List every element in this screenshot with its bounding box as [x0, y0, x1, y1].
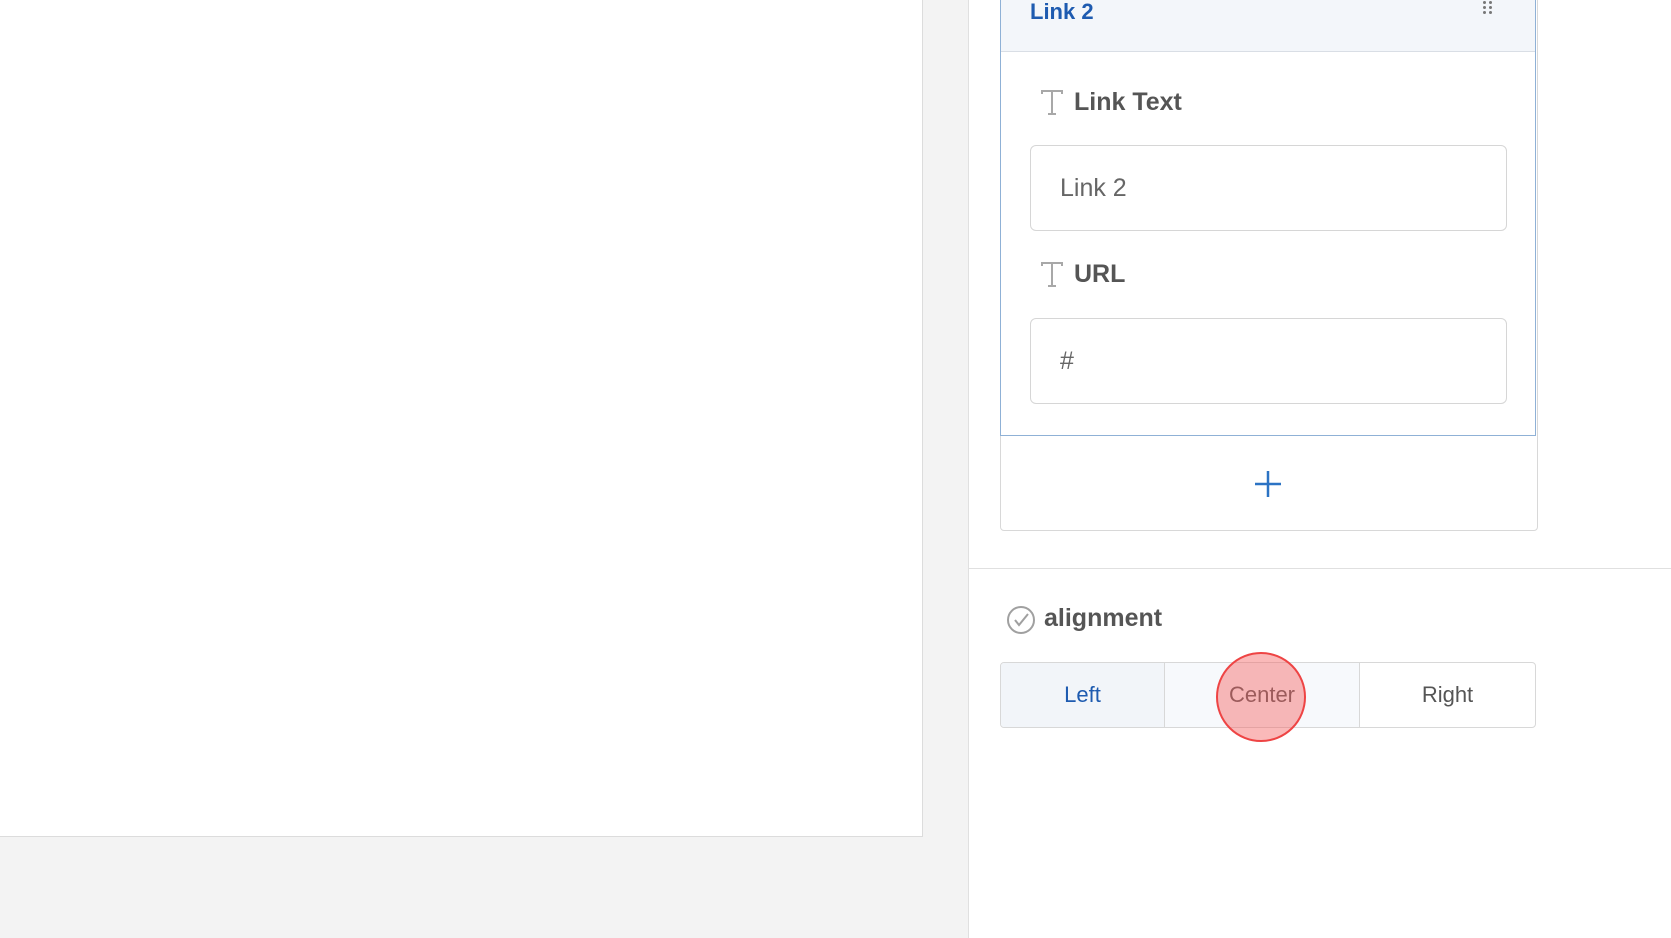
link-text-input[interactable]: Link 2	[1030, 145, 1507, 231]
check-circle-icon	[1007, 606, 1035, 634]
align-right-button[interactable]: Right	[1360, 663, 1535, 727]
link-item-header[interactable]: Link 2	[1001, 0, 1535, 52]
alignment-label: alignment	[1044, 604, 1163, 632]
link-text-value: Link 2	[1060, 173, 1127, 202]
url-value: #	[1060, 346, 1074, 375]
url-label: URL	[1074, 260, 1126, 288]
section-divider	[968, 568, 1671, 569]
editor-canvas	[0, 0, 923, 837]
text-type-icon	[1041, 262, 1063, 287]
alignment-segmented-control: Left Center Right	[1000, 662, 1536, 728]
text-type-icon	[1041, 90, 1063, 115]
link-item-title[interactable]: Link 2	[1030, 0, 1094, 25]
plus-icon	[1255, 471, 1281, 497]
align-left-button[interactable]: Left	[1001, 663, 1165, 727]
add-link-button[interactable]	[1240, 462, 1296, 506]
align-center-button[interactable]: Center	[1165, 663, 1360, 727]
drag-handle-icon[interactable]	[1483, 1, 1495, 15]
link-text-label: Link Text	[1074, 88, 1182, 116]
url-input[interactable]: #	[1030, 318, 1507, 404]
